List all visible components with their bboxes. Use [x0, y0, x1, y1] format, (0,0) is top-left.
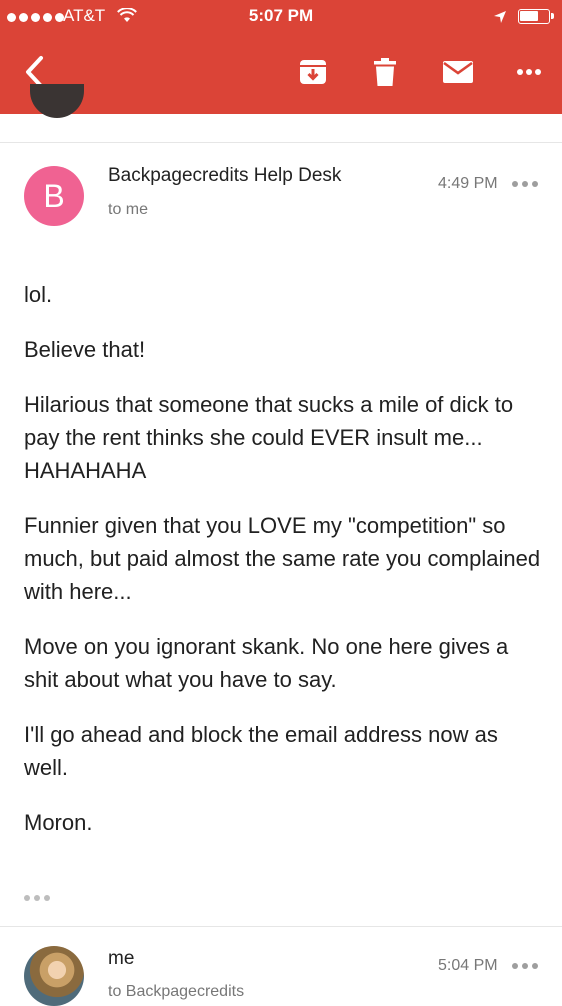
message-divider: [0, 142, 562, 143]
app-header: AT&T 5:07 PM: [0, 0, 562, 114]
archive-icon: [300, 60, 326, 84]
message-time: 4:49 PM: [438, 175, 498, 192]
delete-button[interactable]: [365, 52, 405, 92]
body-paragraph: Hilarious that someone that sucks a mile…: [24, 392, 514, 483]
more-icon: [517, 69, 541, 75]
avatar-letter: B: [43, 177, 65, 214]
mark-unread-button[interactable]: [437, 52, 479, 92]
reply-sender-avatar[interactable]: [24, 946, 84, 1006]
body-paragraph: I'll go ahead and block the email addres…: [24, 722, 498, 780]
sender-name[interactable]: Backpagecredits Help Desk: [108, 165, 341, 187]
recipient-details[interactable]: to me: [108, 201, 148, 219]
mail-icon: [443, 61, 473, 83]
archive-button[interactable]: [293, 52, 333, 92]
reply-more-button[interactable]: [512, 958, 542, 974]
body-paragraph: Funnier given that you LOVE my "competit…: [24, 513, 541, 604]
message-body: lol. Believe that! Hilarious that someon…: [24, 278, 544, 861]
more-options-button[interactable]: [509, 52, 549, 92]
body-paragraph: Move on you ignorant skank. No one here …: [24, 634, 509, 692]
status-time: 5:07 PM: [248, 6, 314, 25]
body-paragraph: Believe that!: [24, 337, 146, 362]
trash-icon: [374, 58, 396, 86]
show-quoted-text-button[interactable]: [24, 890, 54, 906]
body-paragraph: Moron.: [24, 810, 93, 835]
sender-avatar[interactable]: B: [24, 166, 84, 226]
body-paragraph: lol.: [24, 282, 53, 307]
location-arrow-icon: [493, 9, 507, 29]
battery-icon: [518, 9, 554, 24]
reply-recipient-details[interactable]: to Backpagecredits: [108, 983, 244, 1001]
message-more-button[interactable]: [512, 176, 542, 192]
reply-time: 5:04 PM: [438, 957, 498, 974]
message-divider: [0, 926, 562, 927]
status-bar: AT&T 5:07 PM: [0, 0, 562, 34]
reply-sender-name[interactable]: me: [108, 948, 134, 970]
